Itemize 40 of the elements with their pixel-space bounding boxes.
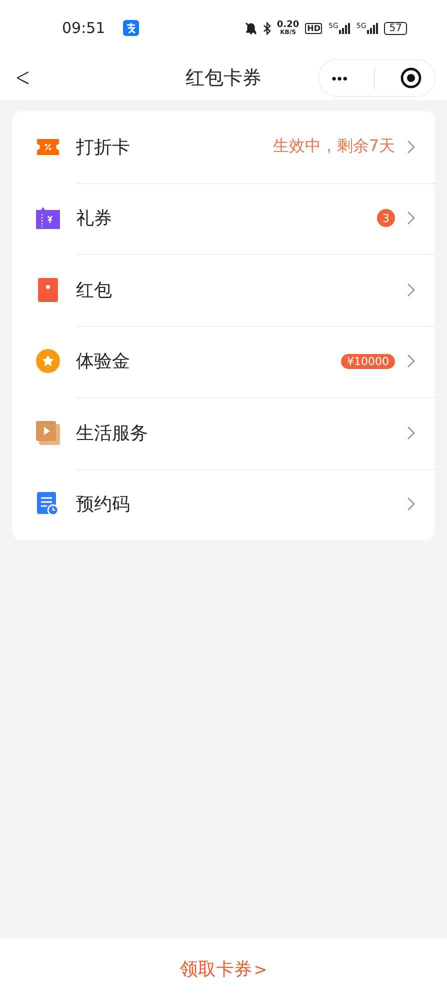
item-label: 体验金 xyxy=(76,350,130,374)
chevron-right-icon xyxy=(407,282,415,297)
item-label: 礼券 xyxy=(76,207,112,230)
document-clock-icon xyxy=(37,492,59,516)
close-target-icon[interactable] xyxy=(400,67,422,89)
battery-indicator: 57 xyxy=(384,22,407,34)
item-label: 生活服务 xyxy=(76,422,148,445)
back-button[interactable]: < xyxy=(5,63,30,93)
bluetooth-icon xyxy=(262,22,271,34)
app-icon xyxy=(123,20,140,36)
chevron-right-icon xyxy=(407,497,415,512)
signal-icon xyxy=(339,22,350,34)
list-item[interactable]: 打折卡 生效中，剩余7天 xyxy=(12,111,435,182)
signal-icon xyxy=(367,22,378,34)
clock-time: 09:51 xyxy=(62,19,106,37)
chevron-right-icon xyxy=(407,354,415,368)
envelope-icon xyxy=(38,278,58,302)
count-badge: 3 xyxy=(377,209,395,228)
amount-badge: ¥10000 xyxy=(341,354,395,369)
item-label: 打折卡 xyxy=(76,136,130,159)
network-speed: 0.20 xyxy=(276,20,300,28)
status-text: 生效中，剩余7天 xyxy=(272,136,395,158)
list-item[interactable]: 生活服务 xyxy=(12,397,435,468)
chevron-right-icon xyxy=(407,426,415,440)
ticket-icon xyxy=(37,138,59,155)
page-title: 红包卡券 xyxy=(186,66,262,91)
item-label: 预约码 xyxy=(76,493,130,516)
list-item[interactable]: 红包 xyxy=(12,254,435,326)
video-icon xyxy=(36,420,60,445)
list-item[interactable]: 礼券 3 xyxy=(12,182,435,254)
more-button[interactable]: ••• xyxy=(332,70,348,86)
item-label: 红包 xyxy=(76,278,112,302)
coupon-icon xyxy=(36,207,60,230)
hd-badge: HD xyxy=(305,22,322,34)
list-item[interactable]: 体验金 ¥10000 xyxy=(12,326,435,397)
chevron-right-icon xyxy=(407,211,415,226)
list-item[interactable]: 预约码 xyxy=(12,468,435,540)
mute-bell-icon xyxy=(244,22,257,34)
star-coin-icon xyxy=(36,349,60,374)
chevron-right-icon xyxy=(407,140,415,154)
